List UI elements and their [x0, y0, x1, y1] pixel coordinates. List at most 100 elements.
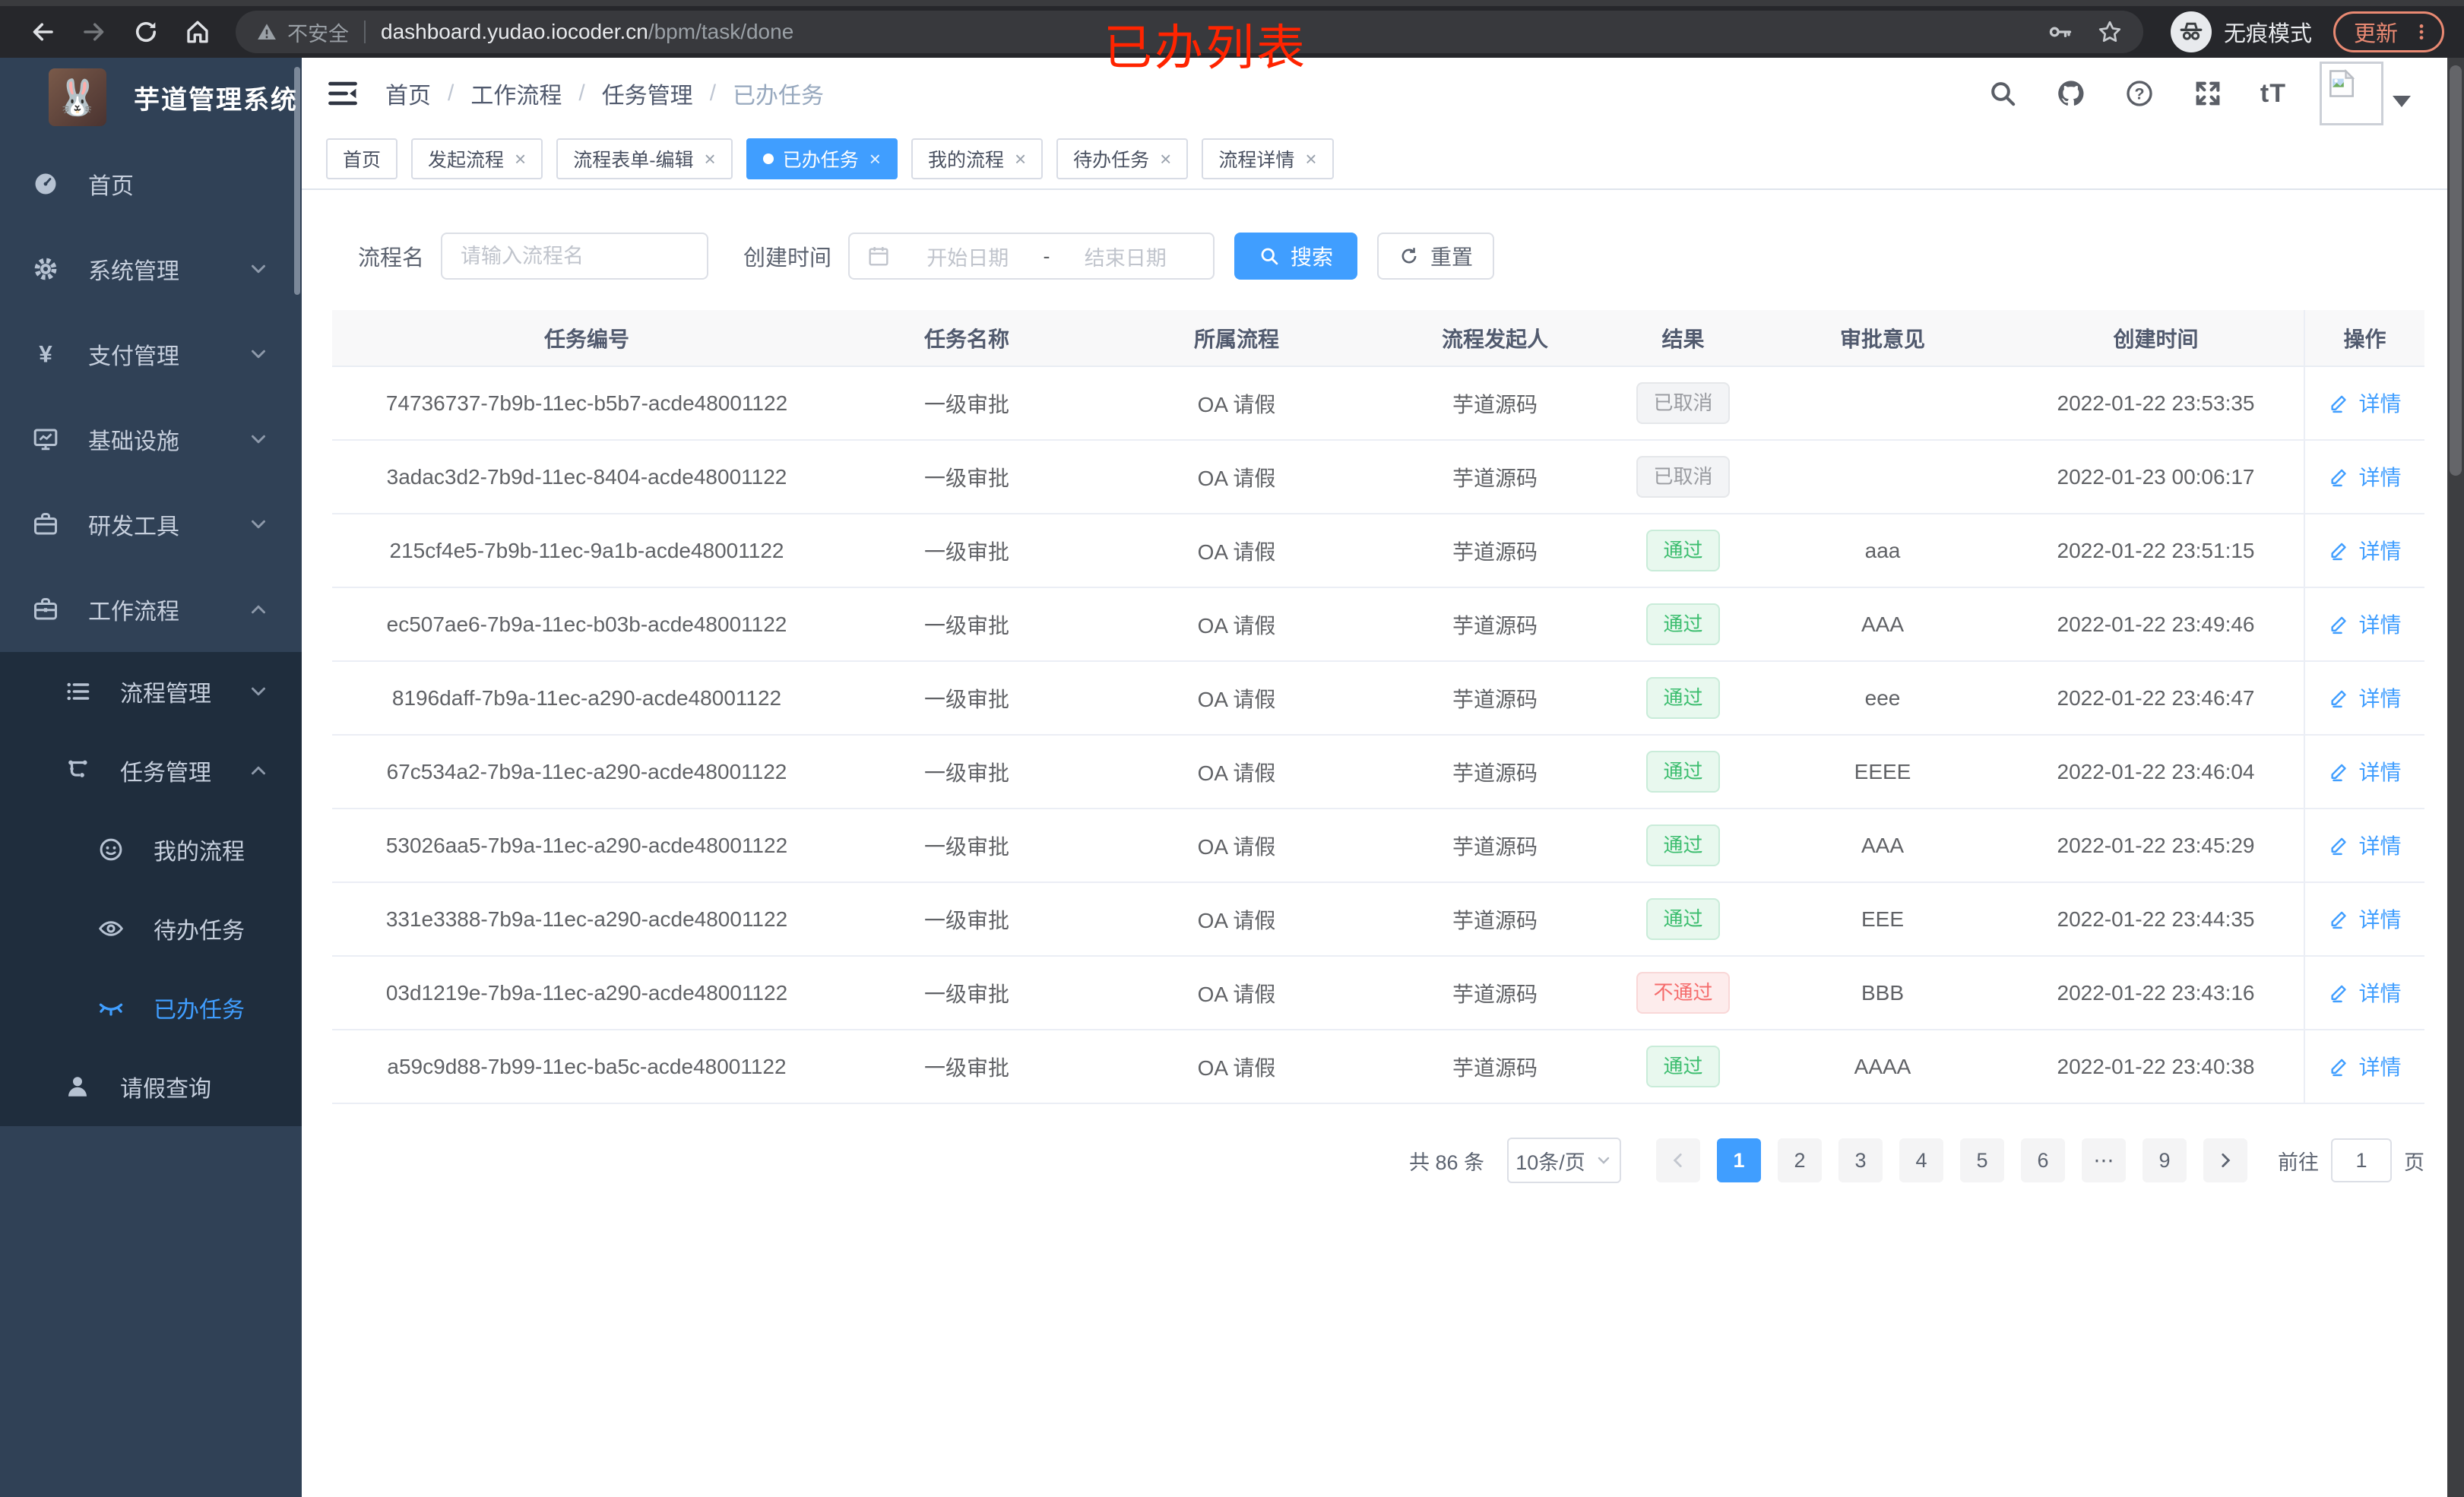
insecure-warning-icon[interactable]	[255, 21, 278, 43]
breadcrumb-home[interactable]: 首页	[385, 77, 431, 110]
process-name-input[interactable]	[441, 233, 709, 280]
close-tab-icon[interactable]: ×	[1305, 149, 1316, 169]
url-text[interactable]: dashboard.yudao.iocoder.cn/bpm/task/done	[381, 20, 793, 44]
detail-link[interactable]: 详情	[2328, 830, 2402, 860]
detail-link[interactable]: 详情	[2328, 535, 2402, 565]
sidebar-item-payment[interactable]: ¥ 支付管理	[0, 312, 302, 397]
page-button-1[interactable]: 1	[1717, 1138, 1761, 1182]
sidebar-item-todo-tasks[interactable]: 待办任务	[0, 889, 302, 968]
next-page-button[interactable]	[2203, 1138, 2247, 1182]
back-icon[interactable]	[24, 14, 61, 50]
fullscreen-icon[interactable]	[2192, 78, 2224, 109]
sidebar-scrollbar-thumb[interactable]	[294, 67, 300, 295]
update-button[interactable]: 更新	[2333, 11, 2444, 52]
forward-icon[interactable]	[76, 14, 112, 50]
cell-task-id: a59c9d88-7b99-11ec-ba5c-acde48001122	[332, 1030, 841, 1104]
page-size-select[interactable]: 10条/页	[1507, 1138, 1621, 1183]
breadcrumb-task-mgmt[interactable]: 任务管理	[602, 77, 693, 110]
cell-task-name: 一级审批	[841, 514, 1092, 588]
tab-my-process[interactable]: 我的流程 ×	[911, 138, 1044, 179]
sidebar: 🐰 芋道管理系统 首页 系统管理 ¥ 支付管理 基础设施 研发工具 工作流程 流…	[0, 58, 302, 1497]
cell-task-name: 一级审批	[841, 735, 1092, 809]
detail-link[interactable]: 详情	[2328, 461, 2402, 492]
cell-process: OA 请假	[1092, 587, 1381, 662]
monitor-icon	[32, 426, 59, 453]
prev-page-button[interactable]	[1656, 1138, 1700, 1182]
goto-page-input[interactable]	[2331, 1138, 2392, 1182]
github-icon[interactable]	[2055, 78, 2087, 109]
detail-link[interactable]: 详情	[2328, 904, 2402, 934]
close-tab-icon[interactable]: ×	[705, 149, 716, 169]
pagination: 共 86 条 10条/页 123456 ⋯ 9 前往 页	[332, 1138, 2424, 1183]
cell-starter: 芋道源码	[1381, 882, 1609, 957]
chevron-down-icon	[247, 258, 270, 280]
home-icon[interactable]	[179, 14, 216, 50]
date-range-picker[interactable]: 开始日期 - 结束日期	[848, 233, 1215, 280]
column-header-2: 所属流程	[1092, 310, 1381, 367]
tab-done-tasks[interactable]: 已办任务 ×	[746, 138, 898, 179]
page-button-5[interactable]: 5	[1960, 1138, 2004, 1182]
breadcrumb-done-tasks[interactable]: 已办任务	[733, 77, 824, 110]
cell-comment: AAAA	[1757, 1030, 2008, 1104]
page-button-9[interactable]: 9	[2143, 1138, 2187, 1182]
result-badge: 不通过	[1636, 971, 1730, 1014]
cell-task-name: 一级审批	[841, 809, 1092, 883]
detail-link[interactable]: 详情	[2328, 756, 2402, 786]
tab-home[interactable]: 首页	[326, 138, 398, 179]
reset-button[interactable]: 重置	[1377, 233, 1495, 280]
tab-start-process[interactable]: 发起流程 ×	[411, 138, 543, 179]
page-button-4[interactable]: 4	[1899, 1138, 1943, 1182]
close-tab-icon[interactable]: ×	[1160, 149, 1171, 169]
window-scrollbar[interactable]	[2447, 58, 2464, 1497]
cell-comment: AAA	[1757, 809, 2008, 883]
breadcrumb-workflow[interactable]: 工作流程	[470, 77, 562, 110]
sidebar-item-infrastructure[interactable]: 基础设施	[0, 397, 302, 482]
page-button-2[interactable]: 2	[1778, 1138, 1822, 1182]
sidebar-item-task-mgmt[interactable]: 任务管理	[0, 731, 302, 810]
tab-process-detail[interactable]: 流程详情 ×	[1202, 138, 1334, 179]
page-button-⋯[interactable]: ⋯	[2082, 1138, 2126, 1182]
sidebar-item-system[interactable]: 系统管理	[0, 226, 302, 312]
page-unit-label: 页	[2404, 1150, 2424, 1174]
scrollbar-thumb[interactable]	[2450, 65, 2462, 476]
close-tab-icon[interactable]: ×	[869, 149, 881, 169]
detail-link[interactable]: 详情	[2328, 388, 2402, 418]
search-button[interactable]: 搜索	[1234, 233, 1358, 280]
tab-todo-tasks[interactable]: 待办任务 ×	[1056, 138, 1189, 179]
cell-process: OA 请假	[1092, 882, 1381, 957]
close-tab-icon[interactable]: ×	[1015, 149, 1026, 169]
detail-link[interactable]: 详情	[2328, 977, 2402, 1008]
app-logo[interactable]: 🐰 芋道管理系统	[0, 58, 302, 137]
sidebar-item-my-process[interactable]: 我的流程	[0, 810, 302, 889]
close-tab-icon[interactable]: ×	[515, 149, 526, 169]
avatar[interactable]	[2320, 62, 2383, 125]
avatar-caret-icon[interactable]	[2393, 95, 2411, 107]
cell-comment: aaa	[1757, 514, 2008, 588]
cell-task-id: 74736737-7b9b-11ec-b5b7-acde48001122	[332, 366, 841, 441]
password-key-icon[interactable]	[2046, 18, 2073, 46]
detail-link[interactable]: 详情	[2328, 1051, 2402, 1081]
detail-link[interactable]: 详情	[2328, 609, 2402, 639]
cell-created: 2022-01-23 00:06:17	[2008, 440, 2304, 514]
sidebar-item-devtools[interactable]: 研发工具	[0, 482, 302, 567]
reload-icon[interactable]	[128, 14, 164, 50]
sidebar-item-done-tasks[interactable]: 已办任务	[0, 968, 302, 1047]
sidebar-item-workflow[interactable]: 工作流程	[0, 567, 302, 652]
sidebar-item-process-mgmt[interactable]: 流程管理	[0, 652, 302, 731]
column-header-5: 审批意见	[1757, 310, 2008, 367]
incognito-icon	[2170, 11, 2212, 52]
collapse-sidebar-icon[interactable]	[326, 77, 359, 110]
page-button-6[interactable]: 6	[2021, 1138, 2065, 1182]
font-size-icon[interactable]: tT	[2260, 79, 2286, 109]
cell-result: 通过	[1609, 1030, 1757, 1104]
security-label[interactable]: 不安全	[287, 17, 349, 47]
cell-task-id: 331e3388-7b9a-11ec-a290-acde48001122	[332, 882, 841, 957]
tab-form-edit[interactable]: 流程表单-编辑 ×	[556, 138, 733, 179]
page-button-3[interactable]: 3	[1838, 1138, 1883, 1182]
detail-link[interactable]: 详情	[2328, 682, 2402, 713]
help-icon[interactable]: ?	[2124, 78, 2155, 109]
sidebar-item-home[interactable]: 首页	[0, 141, 302, 226]
sidebar-item-leave-query[interactable]: 请假查询	[0, 1047, 302, 1126]
bookmark-star-icon[interactable]	[2096, 18, 2124, 46]
search-icon[interactable]	[1987, 78, 2019, 109]
